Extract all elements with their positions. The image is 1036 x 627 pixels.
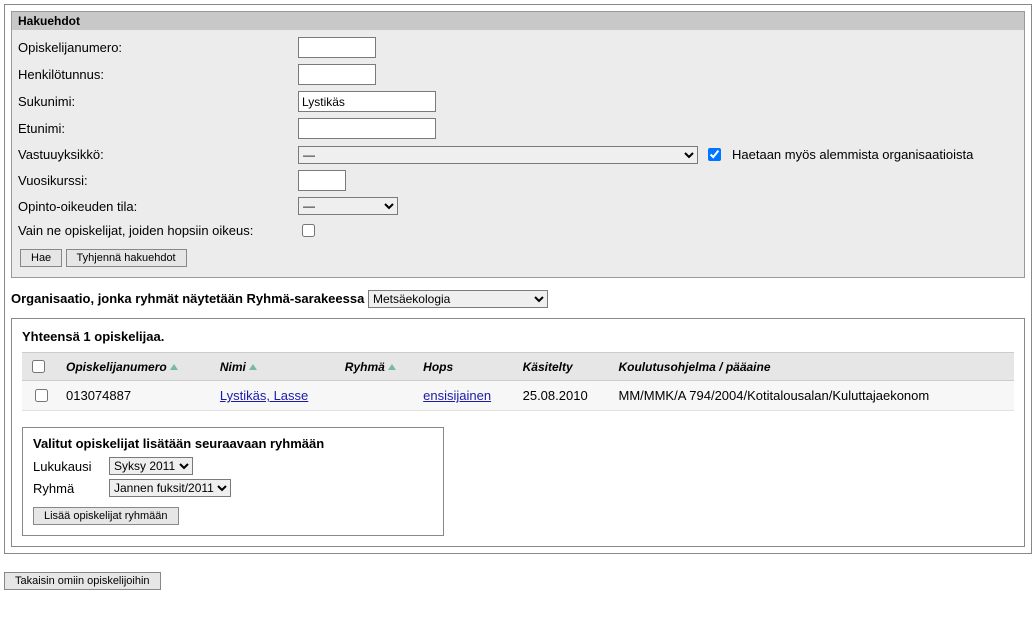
results-panel: Yhteensä 1 opiskelijaa. Opiskelijanumero…	[11, 318, 1025, 547]
col-student-number[interactable]: Opiskelijanumero	[60, 353, 214, 381]
label-suborgs: Haetaan myös alemmista organisaatioista	[732, 147, 973, 162]
select-unit[interactable]: —	[298, 146, 698, 164]
input-year[interactable]	[298, 170, 346, 191]
link-hops[interactable]: ensisijainen	[423, 388, 491, 403]
checkbox-select-all[interactable]	[32, 360, 45, 373]
cell-student-number: 013074887	[60, 381, 214, 411]
link-student-name[interactable]: Lystikäs, Lasse	[220, 388, 308, 403]
cell-programme: MM/MMK/A 794/2004/Kotitalousalan/Kulutta…	[612, 381, 1014, 411]
select-group[interactable]: Jannen fuksit/2011	[109, 479, 231, 497]
label-firstname: Etunimi:	[18, 121, 298, 136]
cell-processed: 25.08.2010	[517, 381, 613, 411]
label-lastname: Sukunimi:	[18, 94, 298, 109]
select-org-filter[interactable]: Metsäekologia	[368, 290, 548, 308]
results-summary: Yhteensä 1 opiskelijaa.	[22, 329, 1014, 344]
label-semester: Lukukausi	[33, 459, 109, 474]
col-group[interactable]: Ryhmä	[339, 353, 417, 381]
org-filter-label: Organisaatio, jonka ryhmät näytetään Ryh…	[11, 291, 364, 306]
checkbox-only-hops[interactable]	[302, 224, 315, 237]
search-header: Hakuehdot	[12, 12, 1024, 30]
sort-asc-icon	[170, 364, 178, 370]
table-row: 013074887 Lystikäs, Lasse ensisijainen 2…	[22, 381, 1014, 411]
sort-asc-icon	[249, 364, 257, 370]
label-student-number: Opiskelijanumero:	[18, 40, 298, 55]
label-only-hops: Vain ne opiskelijat, joiden hopsiin oike…	[18, 223, 298, 238]
label-group-select: Ryhmä	[33, 481, 109, 496]
checkbox-row[interactable]	[35, 389, 48, 402]
clear-button[interactable]: Tyhjennä hakuehdot	[66, 249, 187, 267]
label-study-status: Opinto-oikeuden tila:	[18, 199, 298, 214]
col-name[interactable]: Nimi	[214, 353, 339, 381]
label-unit: Vastuuyksikkö:	[18, 147, 298, 162]
label-ssn: Henkilötunnus:	[18, 67, 298, 82]
search-criteria-panel: Hakuehdot Opiskelijanumero: Henkilötunnu…	[11, 11, 1025, 278]
results-table: Opiskelijanumero Nimi Ryhmä Hops Käsitel…	[22, 352, 1014, 411]
org-filter-row: Organisaatio, jonka ryhmät näytetään Ryh…	[11, 290, 1025, 308]
checkbox-suborgs[interactable]	[708, 148, 721, 161]
input-firstname[interactable]	[298, 118, 436, 139]
input-ssn[interactable]	[298, 64, 376, 85]
add-to-group-panel: Valitut opiskelijat lisätään seuraavaan …	[22, 427, 444, 536]
add-panel-title: Valitut opiskelijat lisätään seuraavaan …	[33, 436, 433, 451]
input-student-number[interactable]	[298, 37, 376, 58]
col-programme[interactable]: Koulutusohjelma / pääaine	[612, 353, 1014, 381]
label-year: Vuosikurssi:	[18, 173, 298, 188]
col-hops[interactable]: Hops	[417, 353, 516, 381]
select-study-status[interactable]: —	[298, 197, 398, 215]
col-processed[interactable]: Käsitelty	[517, 353, 613, 381]
main-panel: Hakuehdot Opiskelijanumero: Henkilötunnu…	[4, 4, 1032, 554]
input-lastname[interactable]	[298, 91, 436, 112]
select-semester[interactable]: Syksy 2011	[109, 457, 193, 475]
search-button[interactable]: Hae	[20, 249, 62, 267]
back-button[interactable]: Takaisin omiin opiskelijoihin	[4, 572, 161, 590]
add-to-group-button[interactable]: Lisää opiskelijat ryhmään	[33, 507, 179, 525]
sort-asc-icon	[388, 364, 396, 370]
cell-group	[339, 381, 417, 411]
